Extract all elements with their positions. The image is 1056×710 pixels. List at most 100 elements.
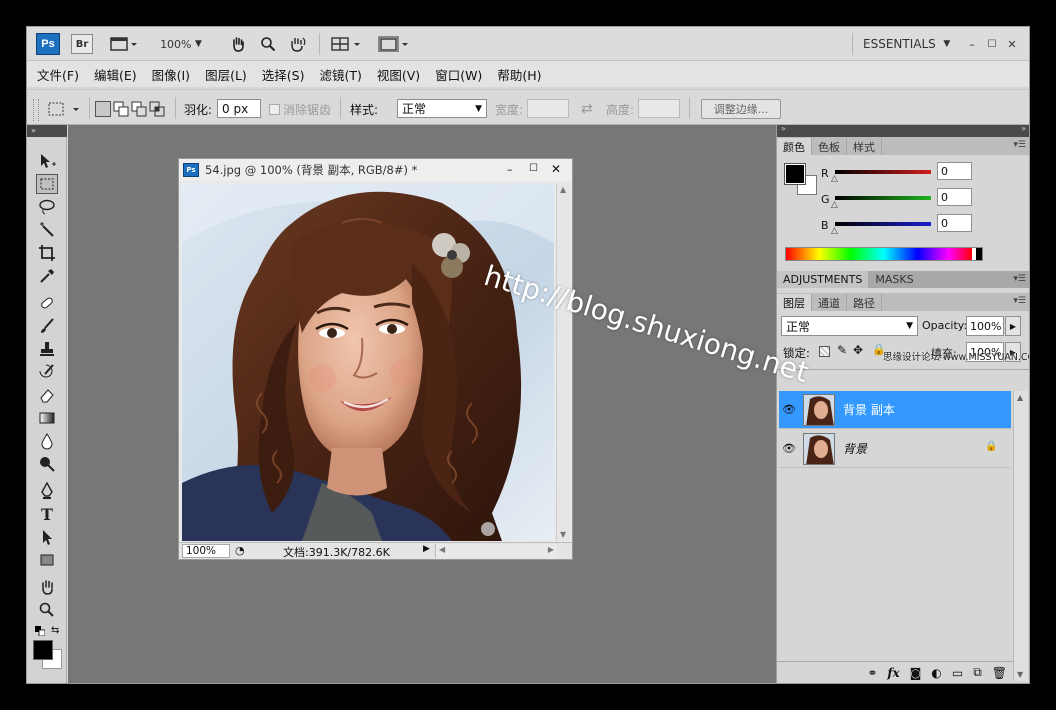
hand-tool-icon[interactable] — [36, 577, 58, 597]
panel-menu-icon[interactable]: ▾☰ — [1013, 140, 1026, 150]
doc-zoom-field[interactable]: 100% — [182, 544, 230, 558]
fg-color-chip[interactable] — [784, 163, 806, 185]
eye-icon[interactable]: 👁 — [779, 442, 799, 455]
lasso-tool-icon[interactable] — [36, 197, 58, 217]
color-spectrum-ramp[interactable] — [785, 247, 983, 261]
menu-select[interactable]: 选择(S) — [262, 65, 305, 84]
workspace-switcher[interactable]: ESSENTIALS ▼ — [863, 34, 955, 54]
clone-stamp-tool-icon[interactable] — [36, 339, 58, 359]
panel-menu-icon[interactable]: ▾☰ — [1013, 296, 1026, 306]
lock-pixels-icon[interactable]: ✎ — [837, 343, 847, 357]
doc-close-icon[interactable]: ✕ — [551, 162, 561, 176]
subtract-from-selection-icon[interactable] — [131, 101, 147, 117]
eye-icon[interactable]: 👁 — [779, 403, 799, 416]
menu-layer[interactable]: 图层(L) — [205, 65, 247, 84]
magic-wand-tool-icon[interactable] — [36, 220, 58, 240]
tab-layers[interactable]: 图层 — [777, 294, 812, 311]
zoom-tool-icon[interactable] — [36, 600, 58, 620]
zoom-icon[interactable] — [257, 34, 279, 54]
portrait-image[interactable] — [182, 183, 554, 541]
scroll-up-icon[interactable]: ▲ — [560, 185, 566, 194]
bridge-button[interactable]: Br — [71, 34, 93, 54]
status-menu-arrow-icon[interactable]: ▶ — [423, 544, 430, 554]
layer-row-background[interactable]: 👁 背景 🔒 — [779, 430, 1011, 468]
brush-tool-icon[interactable] — [36, 316, 58, 336]
lock-transparency-icon[interactable] — [819, 346, 830, 357]
feather-input[interactable]: 0 px — [217, 99, 261, 118]
blue-value-input[interactable]: 0 — [937, 214, 972, 232]
vertical-scrollbar[interactable]: ▲ ▼ — [556, 183, 570, 541]
add-to-selection-icon[interactable] — [113, 101, 129, 117]
close-icon[interactable]: ✕ — [1005, 34, 1019, 54]
tools-panel-header[interactable]: » — [27, 125, 67, 137]
default-colors-icon[interactable] — [35, 625, 46, 637]
layer-row-background-copy[interactable]: 👁 背景 副本 — [779, 391, 1011, 429]
eraser-tool-icon[interactable] — [36, 385, 58, 405]
fx-icon[interactable]: fx — [887, 666, 899, 680]
red-slider-thumb[interactable]: △ — [831, 174, 838, 184]
menu-filter[interactable]: 滤镜(T) — [319, 65, 361, 84]
lock-position-icon[interactable]: ✥ — [853, 343, 863, 357]
opacity-slider-arrow-icon[interactable]: ▶ — [1005, 316, 1021, 336]
blend-mode-select[interactable]: 正常 ▼ — [781, 316, 918, 336]
eyedropper-tool-icon[interactable] — [36, 266, 58, 286]
refine-edge-button[interactable]: 调整边缘... — [701, 99, 781, 119]
rectangle-tool-icon[interactable] — [36, 550, 58, 570]
screen-mode-button[interactable] — [377, 34, 413, 54]
scroll-right-icon[interactable]: ▶ — [548, 545, 554, 554]
blue-slider-thumb[interactable]: △ — [831, 226, 838, 236]
options-grip[interactable] — [33, 99, 39, 121]
zoom-level-dropdown[interactable]: 100% ▼ — [155, 34, 207, 54]
scroll-down-icon[interactable]: ▼ — [1017, 670, 1023, 679]
layers-scrollbar[interactable]: ▲ ▼ — [1013, 391, 1028, 681]
hand-icon[interactable] — [227, 34, 249, 54]
tool-preset-picker[interactable] — [47, 99, 87, 119]
blur-tool-icon[interactable] — [36, 431, 58, 451]
tab-masks[interactable]: MASKS — [869, 271, 921, 288]
horizontal-scrollbar[interactable]: ◀ ▶ — [435, 544, 557, 558]
pen-tool-icon[interactable] — [36, 481, 58, 501]
gradient-tool-icon[interactable] — [36, 408, 58, 428]
scroll-left-icon[interactable]: ◀ — [439, 545, 445, 554]
green-slider-thumb[interactable]: △ — [831, 200, 838, 210]
marquee-tool-icon[interactable] — [36, 174, 58, 194]
tab-styles[interactable]: 样式 — [847, 138, 882, 155]
new-selection-icon[interactable] — [95, 101, 111, 117]
opacity-input[interactable]: 100% — [966, 316, 1004, 336]
panel-menu-icon[interactable]: ▾☰ — [1013, 274, 1026, 284]
swap-colors-icon[interactable]: ⇆ — [51, 625, 59, 636]
tab-channels[interactable]: 通道 — [812, 294, 847, 311]
menu-file[interactable]: 文件(F) — [37, 65, 79, 84]
type-tool-icon[interactable]: T — [36, 504, 58, 524]
antialias-checkbox-group[interactable]: 消除锯齿 — [269, 99, 331, 119]
trash-icon[interactable]: 🗑 — [992, 666, 1007, 680]
dodge-tool-icon[interactable] — [36, 454, 58, 474]
film-icon[interactable] — [107, 34, 139, 54]
add-mask-icon[interactable]: ◙ — [910, 666, 922, 680]
doc-minimize-icon[interactable]: – — [507, 163, 513, 176]
red-value-input[interactable]: 0 — [937, 162, 972, 180]
width-input[interactable] — [527, 99, 569, 118]
menu-image[interactable]: 图像(I) — [152, 65, 190, 84]
rotate-view-icon[interactable] — [287, 34, 309, 54]
maximize-icon[interactable]: ☐ — [985, 34, 999, 54]
foreground-color-swatch[interactable] — [33, 640, 53, 660]
menu-view[interactable]: 视图(V) — [377, 65, 420, 84]
tab-color[interactable]: 颜色 — [777, 138, 812, 155]
doc-maximize-icon[interactable]: ☐ — [529, 163, 538, 174]
swap-icon[interactable]: ⇄ — [581, 99, 593, 119]
history-brush-tool-icon[interactable] — [36, 362, 58, 382]
scroll-up-icon[interactable]: ▲ — [1017, 393, 1023, 402]
adjustment-layer-icon[interactable]: ◐ — [931, 666, 941, 680]
minimize-icon[interactable]: – — [965, 34, 979, 54]
green-slider-track[interactable] — [835, 196, 931, 200]
menu-window[interactable]: 窗口(W) — [435, 65, 482, 84]
red-slider-track[interactable] — [835, 170, 931, 174]
arrange-documents-button[interactable] — [329, 34, 365, 54]
document-title-bar[interactable]: Ps 54.jpg @ 100% (背景 副本, RGB/8#) * – ☐ ✕ — [179, 159, 572, 181]
path-selection-tool-icon[interactable] — [36, 527, 58, 547]
tab-adjustments[interactable]: ADJUSTMENTS — [777, 271, 870, 288]
blue-slider-track[interactable] — [835, 222, 931, 226]
menu-help[interactable]: 帮助(H) — [497, 65, 541, 84]
green-value-input[interactable]: 0 — [937, 188, 972, 206]
